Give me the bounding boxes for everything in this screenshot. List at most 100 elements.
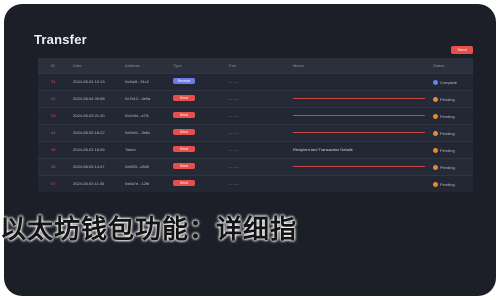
header-status: Status	[433, 63, 445, 68]
row-status: Complete	[433, 74, 473, 90]
row-id: 01	[51, 79, 56, 84]
row-type-cell: Send	[173, 91, 207, 107]
type-badge[interactable]: Send	[173, 180, 195, 186]
status-badge: Complete	[433, 74, 473, 90]
row-fee: — —	[229, 130, 239, 135]
table-row[interactable]: 01 2024-08-04 10:13 0x3a4f...91c2 Receive — …	[38, 73, 473, 90]
status-label: Pending	[440, 96, 455, 102]
memo-placeholder-line	[293, 132, 425, 134]
row-id: 03	[51, 113, 56, 118]
row-id: 05	[51, 147, 56, 152]
row-type-cell: Send	[173, 142, 207, 158]
row-address: 0x5f33...c8d0	[125, 164, 150, 169]
row-status: Pending	[433, 91, 473, 107]
status-label: Pending	[440, 181, 455, 187]
row-fee: — —	[229, 181, 239, 186]
memo-placeholder-line	[293, 115, 425, 117]
row-status: Pending	[433, 108, 473, 124]
row-type-cell: Send	[173, 125, 207, 141]
row-type-cell: Send	[173, 159, 207, 175]
row-address: 0x3a4f...91c2	[125, 79, 150, 84]
header-memo: Memo	[293, 63, 305, 68]
transfer-table: ID Date Address Type Fee Memo Status 01 2…	[38, 58, 473, 192]
row-date: 2024-08-04 09:58	[73, 96, 105, 101]
type-badge[interactable]: Receive	[173, 78, 195, 84]
type-badge[interactable]: Send	[173, 163, 195, 169]
status-dot-icon	[433, 164, 438, 170]
table-row[interactable]: 03 2024-08-03 21:40 0x2c9d...a7f1 Send — — Pe…	[38, 107, 473, 124]
header-address: Address	[125, 63, 140, 68]
status-badge: Pending	[433, 176, 473, 192]
page-banner: 以太坊钱包功能：详细指	[0, 215, 298, 245]
row-id: 04	[51, 130, 56, 135]
row-id: 07	[51, 181, 56, 186]
status-dot-icon	[433, 79, 438, 85]
table-row[interactable]: 04 2024-08-03 18:22 0x9e01...3b6c Send — — Pe…	[38, 124, 473, 141]
type-badge[interactable]: Send	[173, 112, 195, 118]
row-id: 02	[51, 96, 56, 101]
row-memo	[293, 176, 433, 192]
row-status: Pending	[433, 142, 473, 158]
table-row[interactable]: 07 2024-08-03 11:30 0x8a7e...12fb Send — — Pe…	[38, 175, 473, 192]
row-memo	[293, 108, 433, 124]
memo-placeholder-line	[293, 98, 425, 100]
row-memo	[293, 74, 433, 90]
table-row[interactable]: 02 2024-08-04 09:58 0x7b12...4e9a Send — — Pe…	[38, 90, 473, 107]
row-date: 2024-08-03 21:40	[73, 113, 105, 118]
status-dot-icon	[433, 113, 438, 119]
row-address: 0x9e01...3b6c	[125, 130, 151, 135]
type-badge[interactable]: Send	[173, 95, 195, 101]
header-fee: Fee	[229, 63, 236, 68]
row-address: Token	[125, 147, 136, 152]
header-id: ID	[51, 63, 55, 68]
row-date: 2024-08-03 11:30	[73, 181, 105, 186]
table-row[interactable]: 05 2024-08-03 16:05 Token Send — — Recipient …	[38, 141, 473, 158]
table-row[interactable]: 06 2024-08-03 14:47 0x5f33...c8d0 Send — — Pe…	[38, 158, 473, 175]
row-type-cell: Send	[173, 176, 207, 192]
memo-text: Recipient and Transaction Details	[293, 147, 353, 152]
status-dot-icon	[433, 130, 438, 136]
row-fee: — —	[229, 96, 239, 101]
row-fee: — —	[229, 164, 239, 169]
status-label: Complete	[440, 79, 458, 85]
table-body: 01 2024-08-04 10:13 0x3a4f...91c2 Receive — …	[38, 73, 473, 192]
table-header: ID Date Address Type Fee Memo Status	[38, 58, 473, 73]
row-memo	[293, 125, 433, 141]
status-dot-icon	[433, 147, 438, 153]
status-label: Pending	[440, 147, 455, 153]
status-badge: Pending	[433, 159, 473, 175]
send-button[interactable]: Send	[451, 46, 473, 54]
status-label: Pending	[440, 164, 455, 170]
row-address: 0x7b12...4e9a	[125, 96, 151, 101]
row-id: 06	[51, 164, 56, 169]
status-badge: Pending	[433, 125, 473, 141]
row-fee: — —	[229, 79, 239, 84]
row-fee: — —	[229, 147, 239, 152]
memo-placeholder-line	[293, 166, 425, 168]
row-date: 2024-08-04 10:13	[73, 79, 105, 84]
row-status: Pending	[433, 176, 473, 192]
row-fee: — —	[229, 113, 239, 118]
row-status: Pending	[433, 159, 473, 175]
row-date: 2024-08-03 14:47	[73, 164, 105, 169]
type-badge[interactable]: Send	[173, 146, 195, 152]
row-type-cell: Receive	[173, 74, 207, 90]
window-title: Transfer	[34, 32, 87, 47]
status-dot-icon	[433, 181, 438, 187]
type-badge[interactable]: Send	[173, 129, 195, 135]
row-status: Pending	[433, 125, 473, 141]
status-dot-icon	[433, 96, 438, 102]
status-badge: Pending	[433, 108, 473, 124]
row-memo	[293, 159, 433, 175]
header-date: Date	[73, 63, 82, 68]
row-address: 0x2c9d...a7f1	[125, 113, 150, 118]
status-label: Pending	[440, 113, 455, 119]
status-label: Pending	[440, 130, 455, 136]
row-date: 2024-08-03 18:22	[73, 130, 105, 135]
status-badge: Pending	[433, 142, 473, 158]
row-date: 2024-08-03 16:05	[73, 147, 105, 152]
row-memo	[293, 91, 433, 107]
header-type: Type	[173, 63, 182, 68]
row-memo: Recipient and Transaction Details	[293, 142, 433, 158]
transfer-panel: Transfer Send ID Date Address Type Fee M…	[4, 4, 496, 296]
